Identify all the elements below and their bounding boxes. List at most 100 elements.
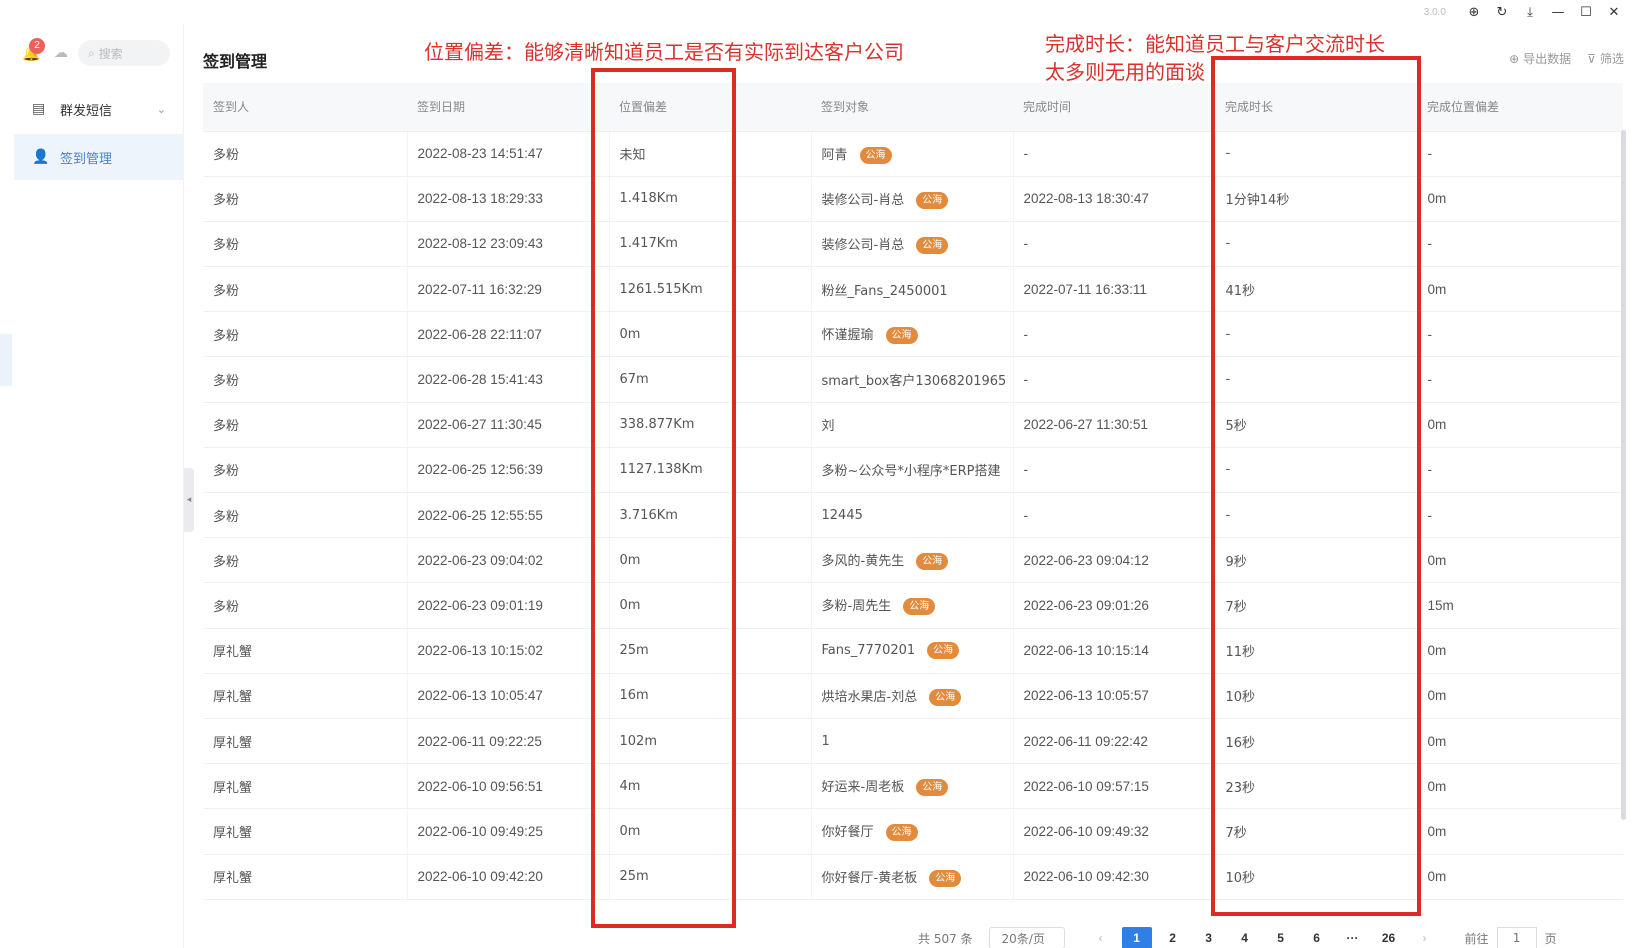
cell-text: 0m xyxy=(1427,869,1447,885)
cell-text: 多粉 xyxy=(213,554,240,570)
annotation-note-location: 位置偏差：能够清晰知道员工是否有实际到达客户公司 xyxy=(424,40,904,64)
cell-complete-time: 2022-06-23 09:04:12 xyxy=(1013,537,1216,584)
cell-complete-time: 2022-06-13 10:15:14 xyxy=(1013,628,1216,674)
cell-text: 烘培水果店-刘总 xyxy=(821,689,918,705)
app-version: 3.0.0 xyxy=(1423,6,1446,18)
export-label: 导出数据 xyxy=(1523,52,1572,66)
cell-checkin-person: 多粉 xyxy=(203,356,408,403)
prev-page-icon[interactable]: ‹ xyxy=(1086,927,1116,948)
page-ellipsis[interactable]: ··· xyxy=(1338,927,1368,948)
cell-text: 2022-06-25 12:55:55 xyxy=(417,507,543,523)
sidebar-item-checkin[interactable]: 👤 签到管理 xyxy=(14,134,184,180)
cell-text: 2022-06-27 11:30:45 xyxy=(417,417,542,433)
cell-checkin-date: 2022-06-10 09:56:51 xyxy=(407,763,610,810)
page-number[interactable]: 26 xyxy=(1374,927,1404,948)
cell-text: 多粉~公众号*小程序*ERP搭建 xyxy=(821,464,1001,480)
cell-checkin-person: 厚礼蟹 xyxy=(203,628,408,674)
sidebar: 🔔 2 ☁ ⌕ 搜索 ▤ 群发短信 ⌄ 👤 签到管理 xyxy=(0,24,184,948)
cell-checkin-date: 2022-06-25 12:56:39 xyxy=(407,447,610,494)
cell-checkin-target: 你好餐厅 公海 xyxy=(811,808,1014,855)
next-page-icon[interactable]: › xyxy=(1410,927,1440,948)
page-number[interactable]: 6 xyxy=(1302,927,1332,948)
page-number[interactable]: 5 xyxy=(1266,927,1296,948)
cell-text: 厚礼蟹 xyxy=(213,780,253,796)
cell-text: 怀谨握瑜 xyxy=(821,328,874,344)
cell-text: 多粉-周先生 xyxy=(821,599,892,615)
sidebar-collapse-handle[interactable]: ◂ xyxy=(184,468,194,532)
cell-complete-time: 2022-08-13 18:30:47 xyxy=(1013,176,1216,222)
filter-label: 筛选 xyxy=(1599,52,1624,66)
cell-checkin-target: 烘培水果店-刘总 公海 xyxy=(811,673,1014,719)
page-number[interactable]: 4 xyxy=(1230,927,1260,948)
goto-page-input[interactable]: 1 xyxy=(1496,927,1537,948)
cell-checkin-date: 2022-06-13 10:05:47 xyxy=(407,673,610,719)
page-list: 1 2 3 4 5 6 ··· 26 xyxy=(1119,927,1407,948)
cell-complete-offset: - xyxy=(1417,356,1623,403)
cell-complete-offset: 15m xyxy=(1417,582,1623,629)
cell-text: 好运来-周老板 xyxy=(821,780,905,796)
cloud-icon[interactable]: ☁ xyxy=(54,45,68,61)
cell-text: 2022-06-13 10:05:57 xyxy=(1023,688,1149,704)
cell-text: 2022-06-27 11:30:51 xyxy=(1023,417,1148,433)
maximize-icon[interactable]: ☐ xyxy=(1572,1,1600,23)
bell-icon[interactable]: 🔔 2 xyxy=(22,38,45,62)
cell-checkin-date: 2022-06-13 10:15:02 xyxy=(407,628,610,674)
cell-checkin-target: 粉丝_Fans_2450001 xyxy=(811,266,1014,313)
export-button[interactable]: ⊕ 导出数据 xyxy=(1509,50,1571,67)
cell-text: - xyxy=(1427,462,1433,478)
cell-checkin-date: 2022-06-25 12:55:55 xyxy=(407,492,610,539)
cell-checkin-person: 多粉 xyxy=(203,537,408,584)
cell-checkin-target: 好运来-周老板 公海 xyxy=(811,763,1014,810)
download-icon[interactable]: ⤓ xyxy=(1516,1,1544,23)
minimize-icon[interactable]: — xyxy=(1544,1,1572,23)
page-number[interactable]: 2 xyxy=(1158,927,1188,948)
cell-text: - xyxy=(1023,326,1029,342)
window-titlebar: 3.0.0 ⊕ ↻ ⤓ — ☐ ✕ xyxy=(0,0,1640,24)
page-number[interactable]: 1 xyxy=(1121,927,1152,948)
annotation-note-line: 完成时长：能知道员工与客户交流时长 xyxy=(1045,32,1385,56)
page-number[interactable]: 3 xyxy=(1194,927,1224,948)
cell-text: 阿青 xyxy=(821,147,848,163)
public-pool-tag: 公海 xyxy=(916,191,949,209)
cell-checkin-person: 厚礼蟹 xyxy=(203,763,408,810)
refresh-icon[interactable]: ↻ xyxy=(1488,1,1516,23)
cell-complete-time: 2022-06-13 10:05:57 xyxy=(1013,673,1216,719)
goto-prefix: 前往 xyxy=(1464,931,1489,946)
sidebar-item-sms[interactable]: ▤ 群发短信 ⌄ xyxy=(14,86,184,132)
cell-text: - xyxy=(1427,507,1433,523)
cell-complete-time: - xyxy=(1013,356,1216,403)
vertical-scrollbar[interactable] xyxy=(1621,130,1626,820)
cell-checkin-target: 怀谨握瑜 公海 xyxy=(811,311,1014,358)
cell-complete-offset: 0m xyxy=(1417,854,1623,900)
cell-text: 多粉 xyxy=(213,193,240,209)
cell-text: - xyxy=(1427,372,1433,388)
cell-text: - xyxy=(1023,372,1029,388)
cell-checkin-date: 2022-06-28 15:41:43 xyxy=(407,356,610,403)
cell-checkin-person: 厚礼蟹 xyxy=(203,854,408,900)
cell-complete-offset: 0m xyxy=(1417,763,1623,810)
zoom-icon[interactable]: ⊕ xyxy=(1460,1,1488,23)
cell-text: 0m xyxy=(1427,823,1447,839)
cell-text: 粉丝_Fans_2450001 xyxy=(821,283,948,299)
page-size-select[interactable]: 20条/页 xyxy=(988,927,1065,948)
public-pool-tag: 公海 xyxy=(916,779,949,797)
chevron-down-icon: ⌄ xyxy=(156,102,166,116)
search-box[interactable]: ⌕ 搜索 xyxy=(78,40,170,66)
cell-checkin-target: 装修公司-肖总 公海 xyxy=(811,176,1014,222)
page-title: 签到管理 xyxy=(203,52,268,71)
export-icon: ⊕ xyxy=(1509,51,1520,66)
header-actions: ⊕ 导出数据 ⊽ 筛选 xyxy=(1493,50,1624,67)
cell-complete-offset: 0m xyxy=(1417,537,1623,584)
cell-text: 装修公司-肖总 xyxy=(821,237,905,253)
filter-button[interactable]: ⊽ 筛选 xyxy=(1587,50,1624,67)
public-pool-tag: 公海 xyxy=(885,824,918,842)
cell-text: 多粉 xyxy=(213,283,240,299)
cell-text: 2022-08-12 23:09:43 xyxy=(417,236,543,252)
cell-complete-time: 2022-07-11 16:33:11 xyxy=(1013,266,1216,313)
column-header: 完成位置偏差 xyxy=(1417,83,1623,132)
column-header: 完成时间 xyxy=(1013,83,1215,132)
filter-icon: ⊽ xyxy=(1587,51,1596,66)
cell-text: 1 xyxy=(821,733,830,749)
cell-complete-time: - xyxy=(1013,447,1216,494)
close-icon[interactable]: ✕ xyxy=(1600,1,1628,23)
